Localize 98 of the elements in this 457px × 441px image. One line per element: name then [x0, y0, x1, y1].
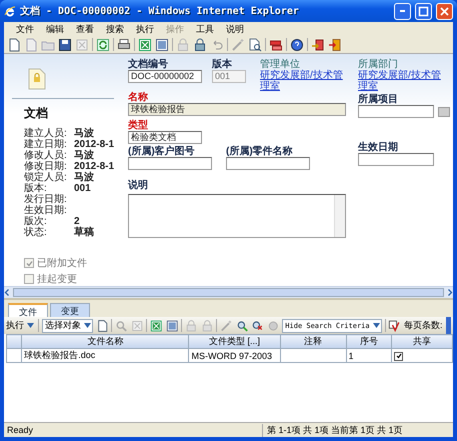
close-button[interactable]	[436, 2, 453, 20]
property-label: 修改人员:	[24, 150, 68, 161]
property-label: 建立人员:	[24, 128, 68, 139]
panel-heading: 文档	[24, 105, 49, 122]
field-label: 生效日期	[358, 142, 399, 153]
magnifier-icon[interactable]	[236, 318, 248, 332]
minimize-button[interactable]	[394, 2, 411, 20]
part-name-field[interactable]	[226, 157, 310, 170]
menu-item[interactable]: 查看	[70, 22, 100, 36]
menu-item[interactable]: 搜索	[100, 22, 130, 36]
customer-drawing-field[interactable]	[128, 157, 212, 170]
spreadsheet-icon[interactable]	[138, 38, 152, 52]
close-icon	[439, 6, 450, 16]
checkbox[interactable]	[24, 258, 34, 268]
checkbox-label: 已附加文件	[37, 256, 87, 270]
document-icon[interactable]	[166, 318, 178, 332]
name-field[interactable]: 球铁检验报告	[128, 103, 346, 116]
column-header[interactable]: 注释	[280, 334, 346, 348]
refresh-icon[interactable]	[96, 38, 110, 52]
menu-item[interactable]: 执行	[130, 22, 160, 36]
magnifier-icon[interactable]	[251, 318, 264, 332]
column-header[interactable]: 序号	[346, 334, 392, 348]
property-value: 001	[74, 183, 92, 194]
menu-item[interactable]: 工具	[190, 22, 220, 36]
property-value: 马波	[74, 150, 95, 161]
browse-button[interactable]	[438, 106, 450, 116]
status-text: Ready	[6, 425, 34, 435]
menu-item[interactable]: 编辑	[40, 22, 70, 36]
property-value: 2012-8-1	[74, 161, 116, 172]
checkbox[interactable]	[394, 352, 404, 361]
property-value: 马波	[74, 128, 95, 139]
property-value: 2	[74, 216, 80, 227]
checkmark-icon[interactable]	[388, 318, 402, 332]
column-header[interactable]: 文件类型 [...]	[188, 334, 280, 348]
field-label: 文档编号	[128, 59, 169, 70]
table-cell: MS-WORD 97-2003	[188, 348, 280, 362]
caret-icon	[372, 323, 381, 328]
property-label: 版本:	[24, 183, 48, 194]
document-icon[interactable]	[155, 38, 169, 52]
tab[interactable]: 变更	[50, 303, 90, 317]
doc-number-field[interactable]: DOC-00000002	[128, 70, 202, 83]
property-label: 修改日期:	[24, 161, 68, 172]
column-header[interactable]: 共享	[392, 334, 452, 348]
maximize-icon	[418, 6, 429, 16]
field-label: 管理单位	[260, 59, 300, 70]
property-label: 状态:	[24, 227, 48, 238]
page-size-label: 每页条数:	[404, 319, 443, 332]
object-select-dropdown[interactable]: 选择对象	[42, 318, 93, 332]
department-link[interactable]: 研究发展部/技术管理室	[358, 70, 446, 92]
toolbar-overflow-button[interactable]	[446, 317, 451, 334]
effective-date-field[interactable]	[358, 153, 434, 166]
description-field[interactable]	[128, 194, 346, 238]
caret-icon	[82, 323, 92, 328]
unit-link[interactable]: 研究发展部/技术管理室	[260, 70, 348, 92]
field-label: 所属项目	[358, 94, 399, 105]
printer-icon[interactable]	[117, 38, 131, 52]
spreadsheet-icon[interactable]	[150, 318, 163, 332]
type-field[interactable]: 检验类文档	[128, 131, 202, 144]
table-cell: 1	[346, 348, 392, 362]
stacked-bars-icon[interactable]	[269, 38, 283, 52]
property-label: 生效日期:	[24, 205, 68, 216]
caret-icon	[26, 323, 35, 328]
menu-item[interactable]: 文件	[10, 22, 40, 36]
horizontal-scrollbar[interactable]	[4, 286, 453, 298]
paging-info: 第 1-1项 共 1项 当前第 1页 共 1页	[262, 424, 441, 436]
field-label: 所属部门	[358, 59, 398, 70]
door-arrow-icon[interactable]	[311, 38, 325, 52]
page-search-icon[interactable]	[248, 38, 262, 52]
document-lock-icon	[28, 68, 46, 90]
field-label: 名称	[128, 92, 149, 103]
help-icon[interactable]	[290, 38, 304, 52]
maximize-button[interactable]	[415, 2, 432, 20]
checkbox[interactable]	[24, 274, 34, 284]
field-label: (所属)零件名称	[226, 146, 294, 157]
property-label: 发行日期:	[24, 194, 68, 205]
column-header[interactable]: 文件名称	[22, 334, 189, 348]
project-field[interactable]	[358, 105, 434, 118]
property-label: 建立日期:	[24, 139, 68, 150]
property-label: 版次:	[24, 216, 48, 227]
browser-logo-icon	[4, 5, 16, 17]
field-label: (所属)客户图号	[128, 146, 196, 157]
minimize-icon	[400, 10, 405, 12]
page-icon[interactable]	[96, 318, 108, 332]
field-label: 类型	[128, 120, 149, 131]
table-cell: 球铁检验报告.doc	[22, 348, 189, 362]
execute-menu[interactable]: 执行	[6, 319, 35, 332]
property-value: 草稿	[74, 227, 95, 238]
menu-item[interactable]: 说明	[220, 22, 250, 36]
property-value: 2012-8-1	[74, 139, 116, 150]
property-value: 马波	[74, 172, 95, 183]
checkbox-label: 挂起变更	[37, 272, 77, 286]
tab[interactable]: 文件	[8, 303, 48, 317]
lock-icon[interactable]	[193, 38, 207, 52]
window-title: 文档 - DOC-00000002 - Windows Internet Explorer	[20, 4, 299, 18]
door-arrow-icon[interactable]	[328, 38, 342, 52]
field-label: 说明	[128, 180, 149, 191]
field-label: 版本	[212, 59, 233, 70]
property-label: 锁定人员:	[24, 172, 68, 183]
